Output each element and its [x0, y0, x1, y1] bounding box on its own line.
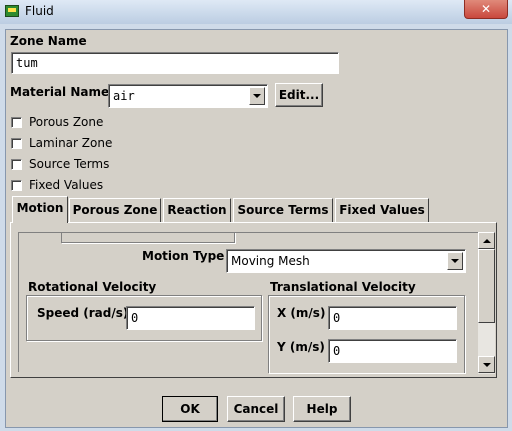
- rotational-velocity-title: Rotational Velocity: [28, 280, 157, 294]
- zone-name-input[interactable]: tum: [11, 52, 339, 74]
- zone-name-label: Zone Name: [10, 34, 87, 48]
- x-velocity-label: X (m/s): [277, 306, 326, 320]
- tab-porous-zone[interactable]: Porous Zone: [69, 198, 161, 222]
- material-dropdown-arrow-icon[interactable]: [249, 87, 265, 105]
- source-terms-checkbox[interactable]: [11, 159, 22, 170]
- cancel-button[interactable]: Cancel: [227, 396, 285, 422]
- porous-zone-checkbox[interactable]: [11, 117, 22, 128]
- scroll-down-arrow-icon[interactable]: [478, 356, 495, 373]
- y-velocity-input[interactable]: 0: [328, 339, 457, 363]
- speed-label: Speed (rad/s): [37, 306, 129, 320]
- scroll-up-arrow-icon[interactable]: [478, 232, 495, 249]
- source-terms-label: Source Terms: [29, 157, 110, 171]
- title-bar: Fluid ✕: [0, 0, 512, 24]
- tab-source-terms[interactable]: Source Terms: [233, 198, 333, 222]
- edit-button[interactable]: Edit...: [275, 83, 323, 107]
- laminar-zone-checkbox[interactable]: [11, 138, 22, 149]
- partially-hidden-group: [61, 233, 235, 243]
- close-button[interactable]: ✕: [464, 0, 508, 19]
- window-title: Fluid: [25, 4, 54, 18]
- material-select-value: air: [113, 89, 135, 103]
- close-icon: ✕: [480, 2, 492, 16]
- x-velocity-input[interactable]: 0: [328, 306, 457, 330]
- ok-button[interactable]: OK: [162, 396, 218, 422]
- tab-reaction[interactable]: Reaction: [163, 198, 231, 222]
- motion-type-label: Motion Type: [142, 249, 225, 263]
- translational-velocity-title: Translational Velocity: [270, 280, 416, 294]
- tab-fixed-values[interactable]: Fixed Values: [335, 198, 429, 222]
- motion-type-select[interactable]: Moving Mesh: [226, 249, 466, 273]
- app-icon: [5, 5, 19, 17]
- laminar-zone-label: Laminar Zone: [29, 136, 113, 150]
- material-select[interactable]: air: [108, 84, 268, 108]
- tab-motion[interactable]: Motion: [12, 196, 68, 223]
- fixed-values-checkbox[interactable]: [11, 180, 22, 191]
- porous-zone-label: Porous Zone: [29, 115, 104, 129]
- y-velocity-label: Y (m/s): [277, 340, 325, 354]
- scrollbar-thumb[interactable]: [478, 249, 495, 323]
- fixed-values-label: Fixed Values: [29, 178, 104, 192]
- material-name-label: Material Name: [10, 85, 110, 99]
- motion-type-dropdown-arrow-icon[interactable]: [447, 252, 463, 270]
- help-button[interactable]: Help: [293, 396, 351, 422]
- speed-input[interactable]: 0: [126, 306, 255, 330]
- motion-type-value: Moving Mesh: [231, 254, 310, 268]
- vertical-scrollbar[interactable]: [478, 232, 495, 374]
